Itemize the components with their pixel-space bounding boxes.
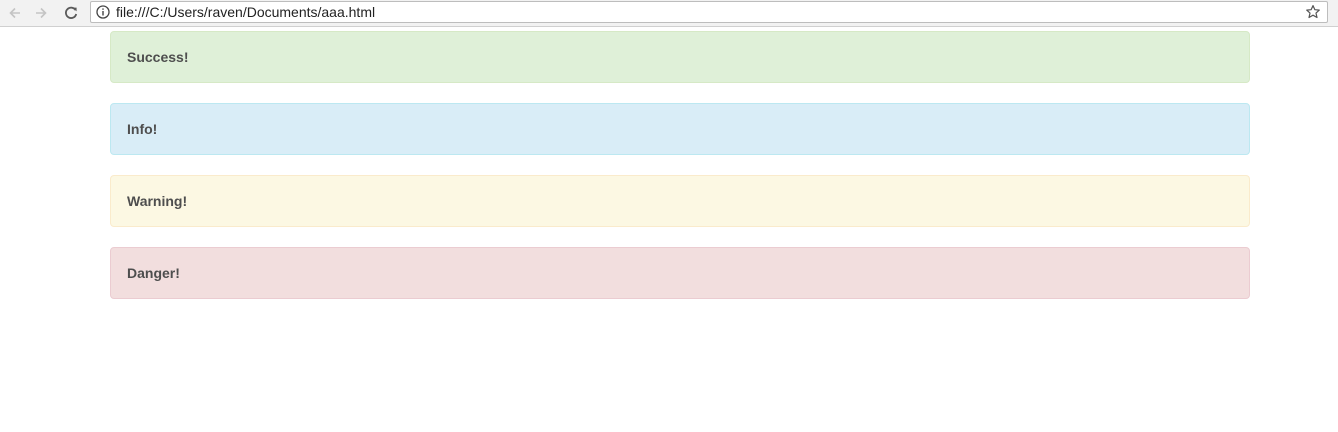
back-button[interactable] [4, 2, 26, 24]
star-icon[interactable] [1305, 4, 1321, 20]
address-bar[interactable]: file:///C:/Users/raven/Documents/aaa.htm… [90, 1, 1328, 23]
alert-warning-label: Warning! [127, 193, 188, 209]
url-text[interactable]: file:///C:/Users/raven/Documents/aaa.htm… [116, 4, 375, 20]
alert-info: Info! [110, 103, 1250, 155]
reload-icon [65, 6, 78, 19]
forward-button[interactable] [30, 2, 52, 24]
alert-info-label: Info! [127, 121, 158, 137]
alert-warning: Warning! [110, 175, 1250, 227]
arrow-left-icon [9, 7, 20, 19]
alerts-container: Success! Info! Warning! Danger! [110, 31, 1250, 319]
alert-success: Success! [110, 31, 1250, 83]
arrow-right-icon [36, 7, 47, 19]
reload-button[interactable] [60, 2, 82, 24]
alert-success-label: Success! [127, 49, 189, 65]
alert-danger-label: Danger! [127, 265, 180, 281]
info-icon[interactable] [96, 5, 110, 19]
browser-toolbar: file:///C:/Users/raven/Documents/aaa.htm… [0, 0, 1338, 27]
alert-danger: Danger! [110, 247, 1250, 299]
